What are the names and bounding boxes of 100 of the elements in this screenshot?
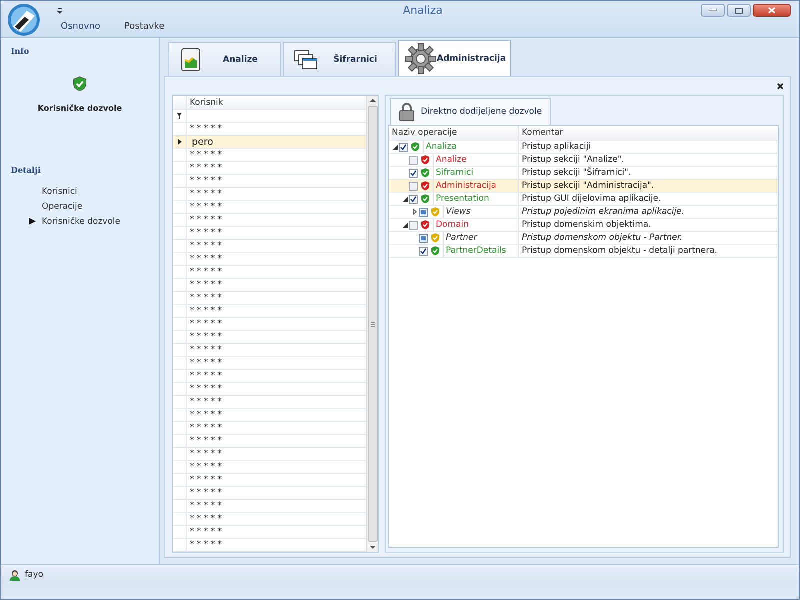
operation-row[interactable]: Partner Pristup domenskom objektu - Partner. [389,232,778,245]
collapse-icon[interactable] [402,196,408,202]
main-tab[interactable]: Administracija [398,40,511,76]
user-row[interactable]: * * * * * [173,305,366,318]
user-name: * * * * * [189,475,222,485]
operation-comment: Pristup sekciji "Administracija". [521,181,654,191]
user-name: * * * * * [189,540,222,550]
checkbox[interactable] [409,194,418,204]
sidebar-item[interactable]: Korisnici [42,186,78,196]
user-row[interactable]: * * * * * [173,331,366,344]
user-row[interactable]: * * * * * [173,422,366,435]
chart-document-icon [181,48,201,72]
user-row[interactable]: * * * * * [173,526,366,539]
main-tab[interactable]: Analize [168,42,281,76]
collapse-icon[interactable] [402,222,408,228]
operation-comment: Pristup sekciji "Šifrarnici". [521,168,632,178]
user-row[interactable]: * * * * * [173,539,366,552]
user-row[interactable]: * * * * * [173,175,366,188]
checkbox[interactable] [419,208,428,216]
column-header[interactable]: Naziv operacije [389,126,519,140]
user-row[interactable]: * * * * * [173,266,366,279]
info-label: Korisničke dozvole [36,104,124,113]
ribbon-tab[interactable]: Postavke [114,20,175,34]
scroll-down-icon[interactable] [370,544,376,552]
user-name: * * * * * [189,241,222,251]
operation-row[interactable]: Domain Pristup domenskim objektima. [389,219,778,232]
checkbox[interactable] [419,246,428,256]
user-name: * * * * * [189,423,222,433]
user-row[interactable]: * * * * * [173,188,366,201]
scrollbar[interactable] [366,96,378,552]
user-name: * * * * * [189,514,222,524]
operation-row[interactable]: Views Pristup pojedinim ekranima aplikacije. [389,206,778,219]
user-row[interactable]: * * * * * [173,253,366,266]
window-title: Analiza [403,4,443,17]
user-row[interactable]: * * * * * [173,318,366,331]
user-row[interactable]: * * * * * [173,214,366,227]
user-name: * * * * * [189,202,222,212]
checkbox[interactable] [409,168,418,178]
user-row[interactable]: * * * * * [173,500,366,513]
close-icon[interactable] [777,82,784,90]
operation-row[interactable]: Presentation Pristup GUI dijelovima aplikacije. [389,193,778,206]
user-row[interactable]: * * * * * [173,292,366,305]
user-name: * * * * * [189,319,222,329]
user-row[interactable]: * * * * * [173,474,366,487]
user-row[interactable]: * * * * * [173,487,366,500]
permissions-tab[interactable]: Direktno dodijeljene dozvole [390,98,552,125]
padlock-icon [399,102,415,122]
user-row[interactable]: * * * * * [173,162,366,175]
user-row[interactable]: pero [173,136,366,149]
checkbox[interactable] [409,182,418,190]
user-row[interactable]: * * * * * [173,383,366,396]
checkbox[interactable] [409,156,418,164]
user-row[interactable]: * * * * * [173,240,366,253]
operation-row[interactable]: PartnerDetails Pristup domenskom objektu - detalji partnera. [389,245,778,258]
user-row[interactable]: * * * * * [173,435,366,448]
user-row[interactable]: * * * * * [173,396,366,409]
operation-row[interactable]: Analiza Pristup aplikaciji [389,141,778,154]
checkbox[interactable] [399,142,408,152]
shield-icon [431,233,440,243]
user-row[interactable]: * * * * * [173,227,366,240]
user-name: * * * * * [189,293,222,303]
operation-row[interactable]: Administracija Pristup sekciji "Administracija". [389,180,778,193]
maximize-button[interactable] [727,4,751,17]
collapse-icon[interactable] [392,144,398,150]
user-row[interactable]: * * * * * [173,357,366,370]
user-row[interactable]: * * * * * [173,201,366,214]
checkbox[interactable] [419,234,428,242]
operation-row[interactable]: Analize Pristup sekciji "Analize". [389,154,778,167]
user-name: * * * * * [189,345,222,355]
sidebar-item[interactable]: Korisničke dozvole [42,216,120,226]
scroll-up-icon[interactable] [370,96,376,104]
filter-icon[interactable] [177,113,182,119]
user-row[interactable]: * * * * * [173,409,366,422]
customize-icon[interactable] [57,8,63,14]
column-header[interactable]: Korisnik [187,98,224,108]
user-name: * * * * * [189,189,222,199]
section-heading: Detalji [10,164,42,175]
user-row[interactable]: * * * * * [173,370,366,383]
ribbon-tab[interactable]: Osnovno [51,20,111,34]
user-row[interactable]: * * * * * [173,279,366,292]
close-icon [768,7,776,14]
user-row[interactable]: * * * * * [173,448,366,461]
sidebar-item[interactable]: Operacije [42,202,83,212]
app-logo-icon[interactable] [7,3,41,37]
user-name: * * * * * [189,150,222,160]
checkbox[interactable] [409,220,418,230]
maximize-icon [735,8,743,14]
user-name: * * * * * [189,176,222,186]
close-button[interactable] [753,4,791,17]
expand-icon[interactable] [413,209,417,215]
operation-name: Analize [433,154,467,166]
user-row[interactable]: * * * * * [173,344,366,357]
user-row[interactable]: * * * * * [173,149,366,162]
user-icon [9,569,21,581]
operation-name: Analiza [423,141,457,153]
user-row[interactable]: * * * * * [173,461,366,474]
user-row[interactable]: * * * * * [173,513,366,526]
column-header[interactable]: Komentar [519,128,564,138]
user-name: * * * * * [189,501,222,511]
main-tab[interactable]: Šifrarnici [283,42,396,76]
